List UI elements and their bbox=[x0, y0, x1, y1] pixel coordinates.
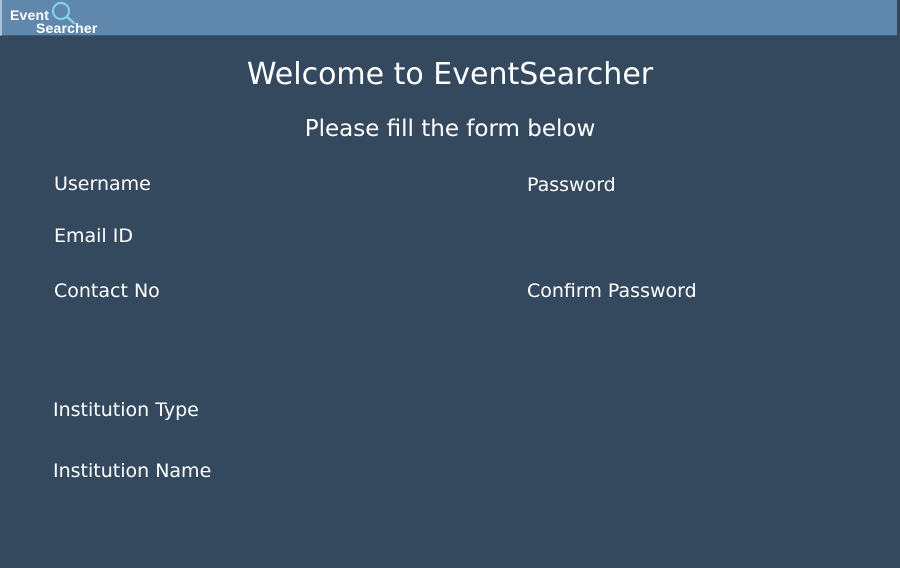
page-title: Welcome to EventSearcher bbox=[246, 57, 654, 92]
contact-label: Contact No bbox=[54, 280, 160, 302]
page-subtitle: Please fill the form below bbox=[304, 116, 596, 142]
username-label: Username bbox=[54, 173, 151, 195]
top-bar: Event Searcher bbox=[0, 0, 897, 36]
institution-name-label: Institution Name bbox=[53, 460, 212, 482]
confirm-password-label: Confirm Password bbox=[527, 280, 697, 302]
app-logo[interactable]: Event Searcher bbox=[8, 1, 108, 36]
email-label: Email ID bbox=[54, 225, 133, 247]
password-label: Password bbox=[527, 174, 616, 196]
logo-word-searcher: Searcher bbox=[36, 20, 98, 36]
institution-type-label: Institution Type bbox=[53, 399, 199, 421]
